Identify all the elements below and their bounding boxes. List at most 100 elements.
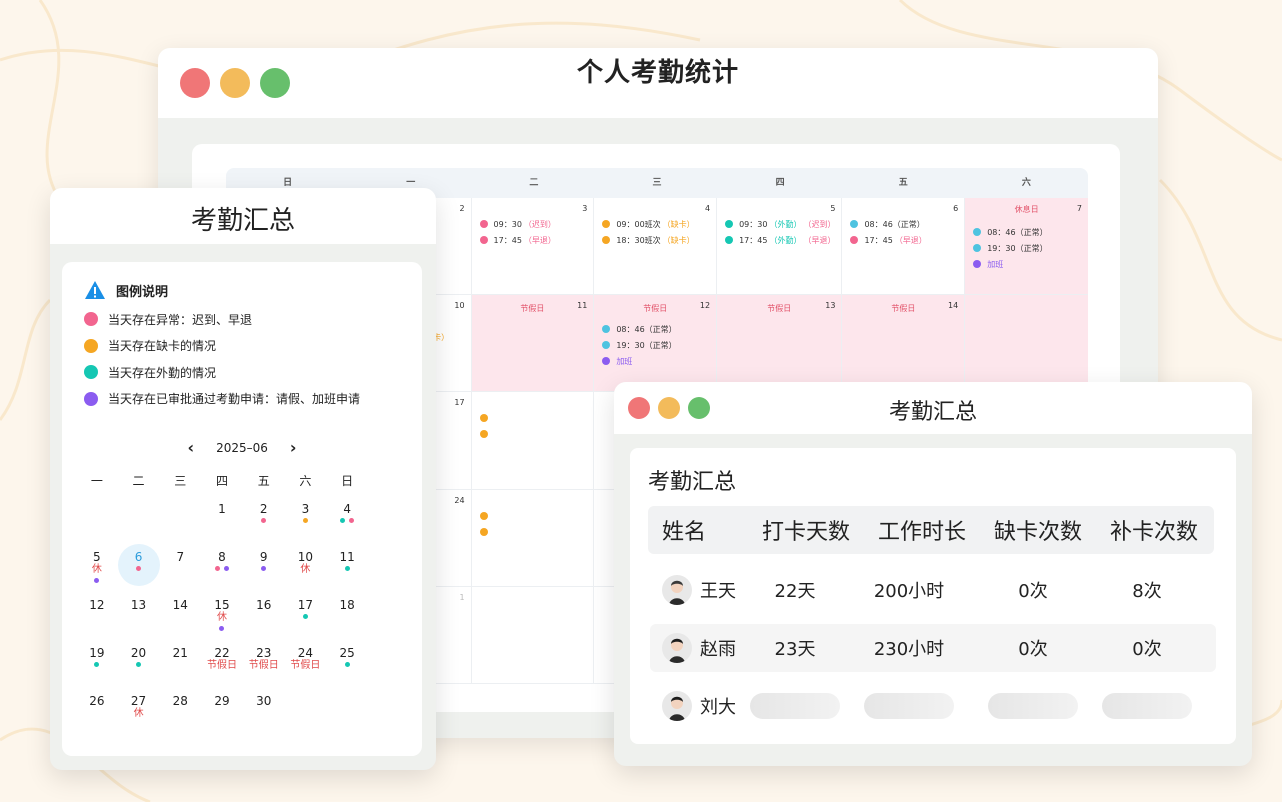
chevron-right-icon[interactable]: › <box>290 438 297 457</box>
work-hours-cell: 200小时 <box>873 581 945 602</box>
table-row: 赵雨 23天 230小时 0次 0次 <box>650 624 1216 672</box>
mini-day-cell[interactable]: 15 休 <box>201 590 243 638</box>
missing-count-cell <box>978 693 1088 719</box>
calendar-day-cell[interactable]: 14 节假日 <box>842 295 966 393</box>
status-dot <box>973 260 982 268</box>
day-status-dots <box>201 566 243 571</box>
status-dot <box>725 220 734 228</box>
summary-table-card: 考勤汇总 姓名 打卡天数 工作时长 缺卡次数 补卡次数 王天 22天 200小时 0次… <box>630 448 1236 744</box>
calendar-day-cell[interactable]: 3 09：30 （迟到） 17：45 （早退） <box>471 198 595 296</box>
calendar-day-cell[interactable] <box>965 295 1088 393</box>
calendar-day-cell[interactable]: 11 节假日 <box>471 295 595 393</box>
attendance-record: 17：45 （外勤） （早退） <box>725 232 835 248</box>
calendar-day-cell[interactable]: 6 08：46（正常） 17：45 （早退） <box>842 198 966 296</box>
mini-day-cell[interactable]: 8 <box>201 542 243 590</box>
legend-header: 图例说明 <box>84 280 168 300</box>
mini-day-cell[interactable]: 30 <box>243 686 285 734</box>
record-time: 08：46（正常） <box>616 324 677 334</box>
mini-day-cell[interactable]: 17 <box>285 590 327 638</box>
chevron-left-icon[interactable]: ‹ <box>188 438 195 457</box>
status-dot <box>94 662 100 667</box>
day-number: 28 <box>172 694 188 708</box>
status-dot <box>479 430 488 439</box>
mini-day-cell[interactable]: 19 <box>76 638 118 686</box>
calendar-day-cell[interactable] <box>471 489 595 587</box>
mini-day-cell[interactable]: 10 休 <box>285 542 327 590</box>
attendance-record: 08：46（正常） <box>850 216 958 232</box>
day-number: 5 <box>830 204 836 213</box>
calendar-day-cell[interactable]: 7 休息日 08：46（正常） 19：30（正常） 加班 <box>965 198 1088 296</box>
day-status-dots <box>285 614 327 619</box>
calendar-day-cell[interactable]: 5 09：30 （外勤） （迟到） 17：45 （外勤） （早退） <box>717 198 843 296</box>
mini-day-cell[interactable]: 29 <box>201 686 243 734</box>
missing-count-cell: 0次 <box>1018 581 1048 602</box>
punch-days-cell: 23天 <box>774 639 816 660</box>
employee-name: 赵雨 <box>700 639 736 660</box>
calendar-day-cell[interactable] <box>471 392 595 490</box>
day-number: 24 <box>297 646 314 660</box>
day-status-dots <box>326 662 368 667</box>
calendar-day-cell[interactable]: 13 节假日 <box>717 295 843 393</box>
attendance-record <box>479 524 588 540</box>
mini-day-cell[interactable]: 23 节假日 <box>243 638 285 686</box>
mini-day-cell[interactable]: 22 节假日 <box>201 638 243 686</box>
status-dot <box>340 518 346 523</box>
record-status: 加班 <box>987 259 1004 269</box>
mini-day-cell[interactable]: 4 <box>326 494 368 542</box>
mini-day-cell[interactable]: 12 <box>76 590 118 638</box>
mini-day-cell[interactable]: 28 <box>159 686 201 734</box>
mini-day-cell[interactable]: 27 休 <box>118 686 160 734</box>
day-label: 节假日 <box>206 660 237 671</box>
mini-day-cell[interactable]: 25 <box>326 638 368 686</box>
day-number: 17 <box>297 598 314 612</box>
window-title: 考勤汇总 <box>888 400 977 425</box>
attendance-record: 18：30班次（缺卡） <box>602 232 710 248</box>
calendar-day-cell[interactable] <box>471 586 595 684</box>
mini-day-cell[interactable]: 13 <box>118 590 160 638</box>
header-days: 打卡天数 <box>761 520 850 545</box>
mini-day-cell[interactable]: 14 <box>159 590 201 638</box>
day-number: 4 <box>343 502 351 516</box>
fix-count-cell: 0次 <box>1132 639 1162 660</box>
window-titlebar: 考勤汇总 <box>50 188 436 244</box>
legend-item: 当天存在缺卡的情况 <box>84 333 360 360</box>
name-cell: 王天 <box>650 575 750 605</box>
mini-day-cell[interactable]: 2 <box>243 494 285 542</box>
mini-day-cell[interactable]: 6 <box>117 542 160 590</box>
mini-day-cell[interactable]: 1 <box>201 494 243 542</box>
calendar-day-cell[interactable]: 12 节假日 08：46（正常） 19：30（正常） 加班 <box>594 295 718 393</box>
day-number: 10 <box>454 301 465 311</box>
mini-day-cell[interactable]: 26 <box>76 686 118 734</box>
mini-day-cell[interactable]: 20 <box>118 638 160 686</box>
day-number: 27 <box>130 694 147 708</box>
day-status-dots <box>201 626 243 631</box>
record-status: 加班 <box>616 356 633 366</box>
status-dot <box>479 220 488 228</box>
current-month: 2025–06 <box>216 440 268 455</box>
mini-day-cell[interactable]: 7 <box>159 542 201 590</box>
attendance-record: 19：30（正常） <box>973 240 1082 256</box>
loading-skeleton <box>750 693 840 719</box>
window-title: 个人考勤统计 <box>576 58 739 88</box>
mini-day-cell[interactable]: 5休 <box>76 542 118 590</box>
status-dot <box>479 511 488 520</box>
mini-day-cell[interactable]: 11 <box>326 542 368 590</box>
mini-day-cell[interactable]: 9 <box>243 542 285 590</box>
day-number: 25 <box>339 646 355 660</box>
day-number: 17 <box>454 398 465 408</box>
window-title: 考勤汇总 <box>190 206 295 236</box>
status-dot <box>602 357 611 366</box>
attendance-record: 19：30（正常） <box>602 337 710 353</box>
mini-day-cell[interactable]: 24 节假日 <box>285 638 327 686</box>
holiday-tag: 节假日 <box>520 304 545 314</box>
mini-day-cell[interactable]: 3 <box>285 494 327 542</box>
table-row: 王天 22天 200小时 0次 8次 <box>650 566 1216 614</box>
day-number: 24 <box>454 495 465 505</box>
header-name: 姓名 <box>662 520 707 545</box>
mini-day-cell[interactable]: 16 <box>243 590 285 638</box>
mini-day-cell[interactable]: 21 <box>159 638 201 686</box>
calendar-day-cell[interactable]: 4 09：00班次 （缺卡） 18：30班次 （缺卡） <box>594 198 718 296</box>
status-dot <box>94 578 100 583</box>
day-label: 休 <box>91 564 102 575</box>
mini-day-cell[interactable]: 18 <box>326 590 368 638</box>
